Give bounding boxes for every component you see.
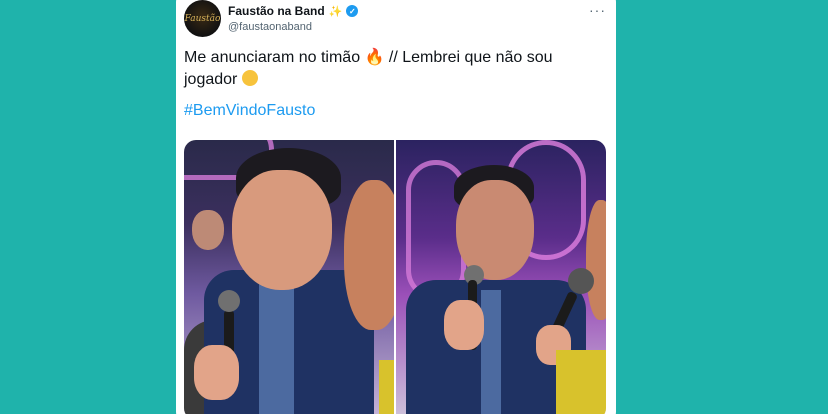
persevering-face-emoji-icon xyxy=(241,70,258,86)
woman-microphone-head xyxy=(568,268,594,294)
display-name[interactable]: Faustão na Band xyxy=(228,4,325,18)
man-face xyxy=(456,180,534,280)
media-photo-right[interactable] xyxy=(396,140,606,414)
verified-icon: ✓ xyxy=(346,5,359,17)
more-options-icon[interactable]: ··· xyxy=(589,3,606,17)
man-shirt xyxy=(481,290,501,414)
background-person xyxy=(192,210,224,250)
man-face xyxy=(232,170,332,290)
fire-emoji-icon: 🔥 xyxy=(364,47,385,66)
tweet-media[interactable] xyxy=(184,140,606,414)
man-shirt xyxy=(259,280,294,414)
avatar-logo-text: Faustão xyxy=(184,13,221,24)
media-photo-left[interactable] xyxy=(184,140,394,414)
man-hand xyxy=(444,300,484,350)
tweet-header: Faustão Faustão na Band ✨ ✓ @faustaonaba… xyxy=(184,0,608,40)
sparkle-icon: ✨ xyxy=(328,5,343,18)
display-name-row[interactable]: Faustão na Band ✨ ✓ xyxy=(228,4,359,18)
woman-face xyxy=(586,200,606,320)
woman-outfit xyxy=(556,350,606,414)
tweet-text-part-2: // Lembrei que não sou xyxy=(384,49,553,66)
hashtag-link[interactable]: #BemVindoFausto xyxy=(184,102,315,120)
avatar[interactable]: Faustão xyxy=(184,0,221,37)
tweet-card[interactable]: Faustão Faustão na Band ✨ ✓ @faustaonaba… xyxy=(176,0,616,414)
tweet-text-part-1: Me anunciaram no timão xyxy=(184,49,365,66)
woman-face xyxy=(344,180,394,330)
microphone-head xyxy=(218,290,240,312)
woman-outfit xyxy=(379,360,394,414)
user-handle[interactable]: @faustaonaband xyxy=(228,21,312,33)
tweet-text-part-3: jogador xyxy=(184,71,242,88)
man-hand xyxy=(194,345,239,400)
tweet-text: Me anunciaram no timão 🔥 // Lembrei que … xyxy=(184,46,604,91)
